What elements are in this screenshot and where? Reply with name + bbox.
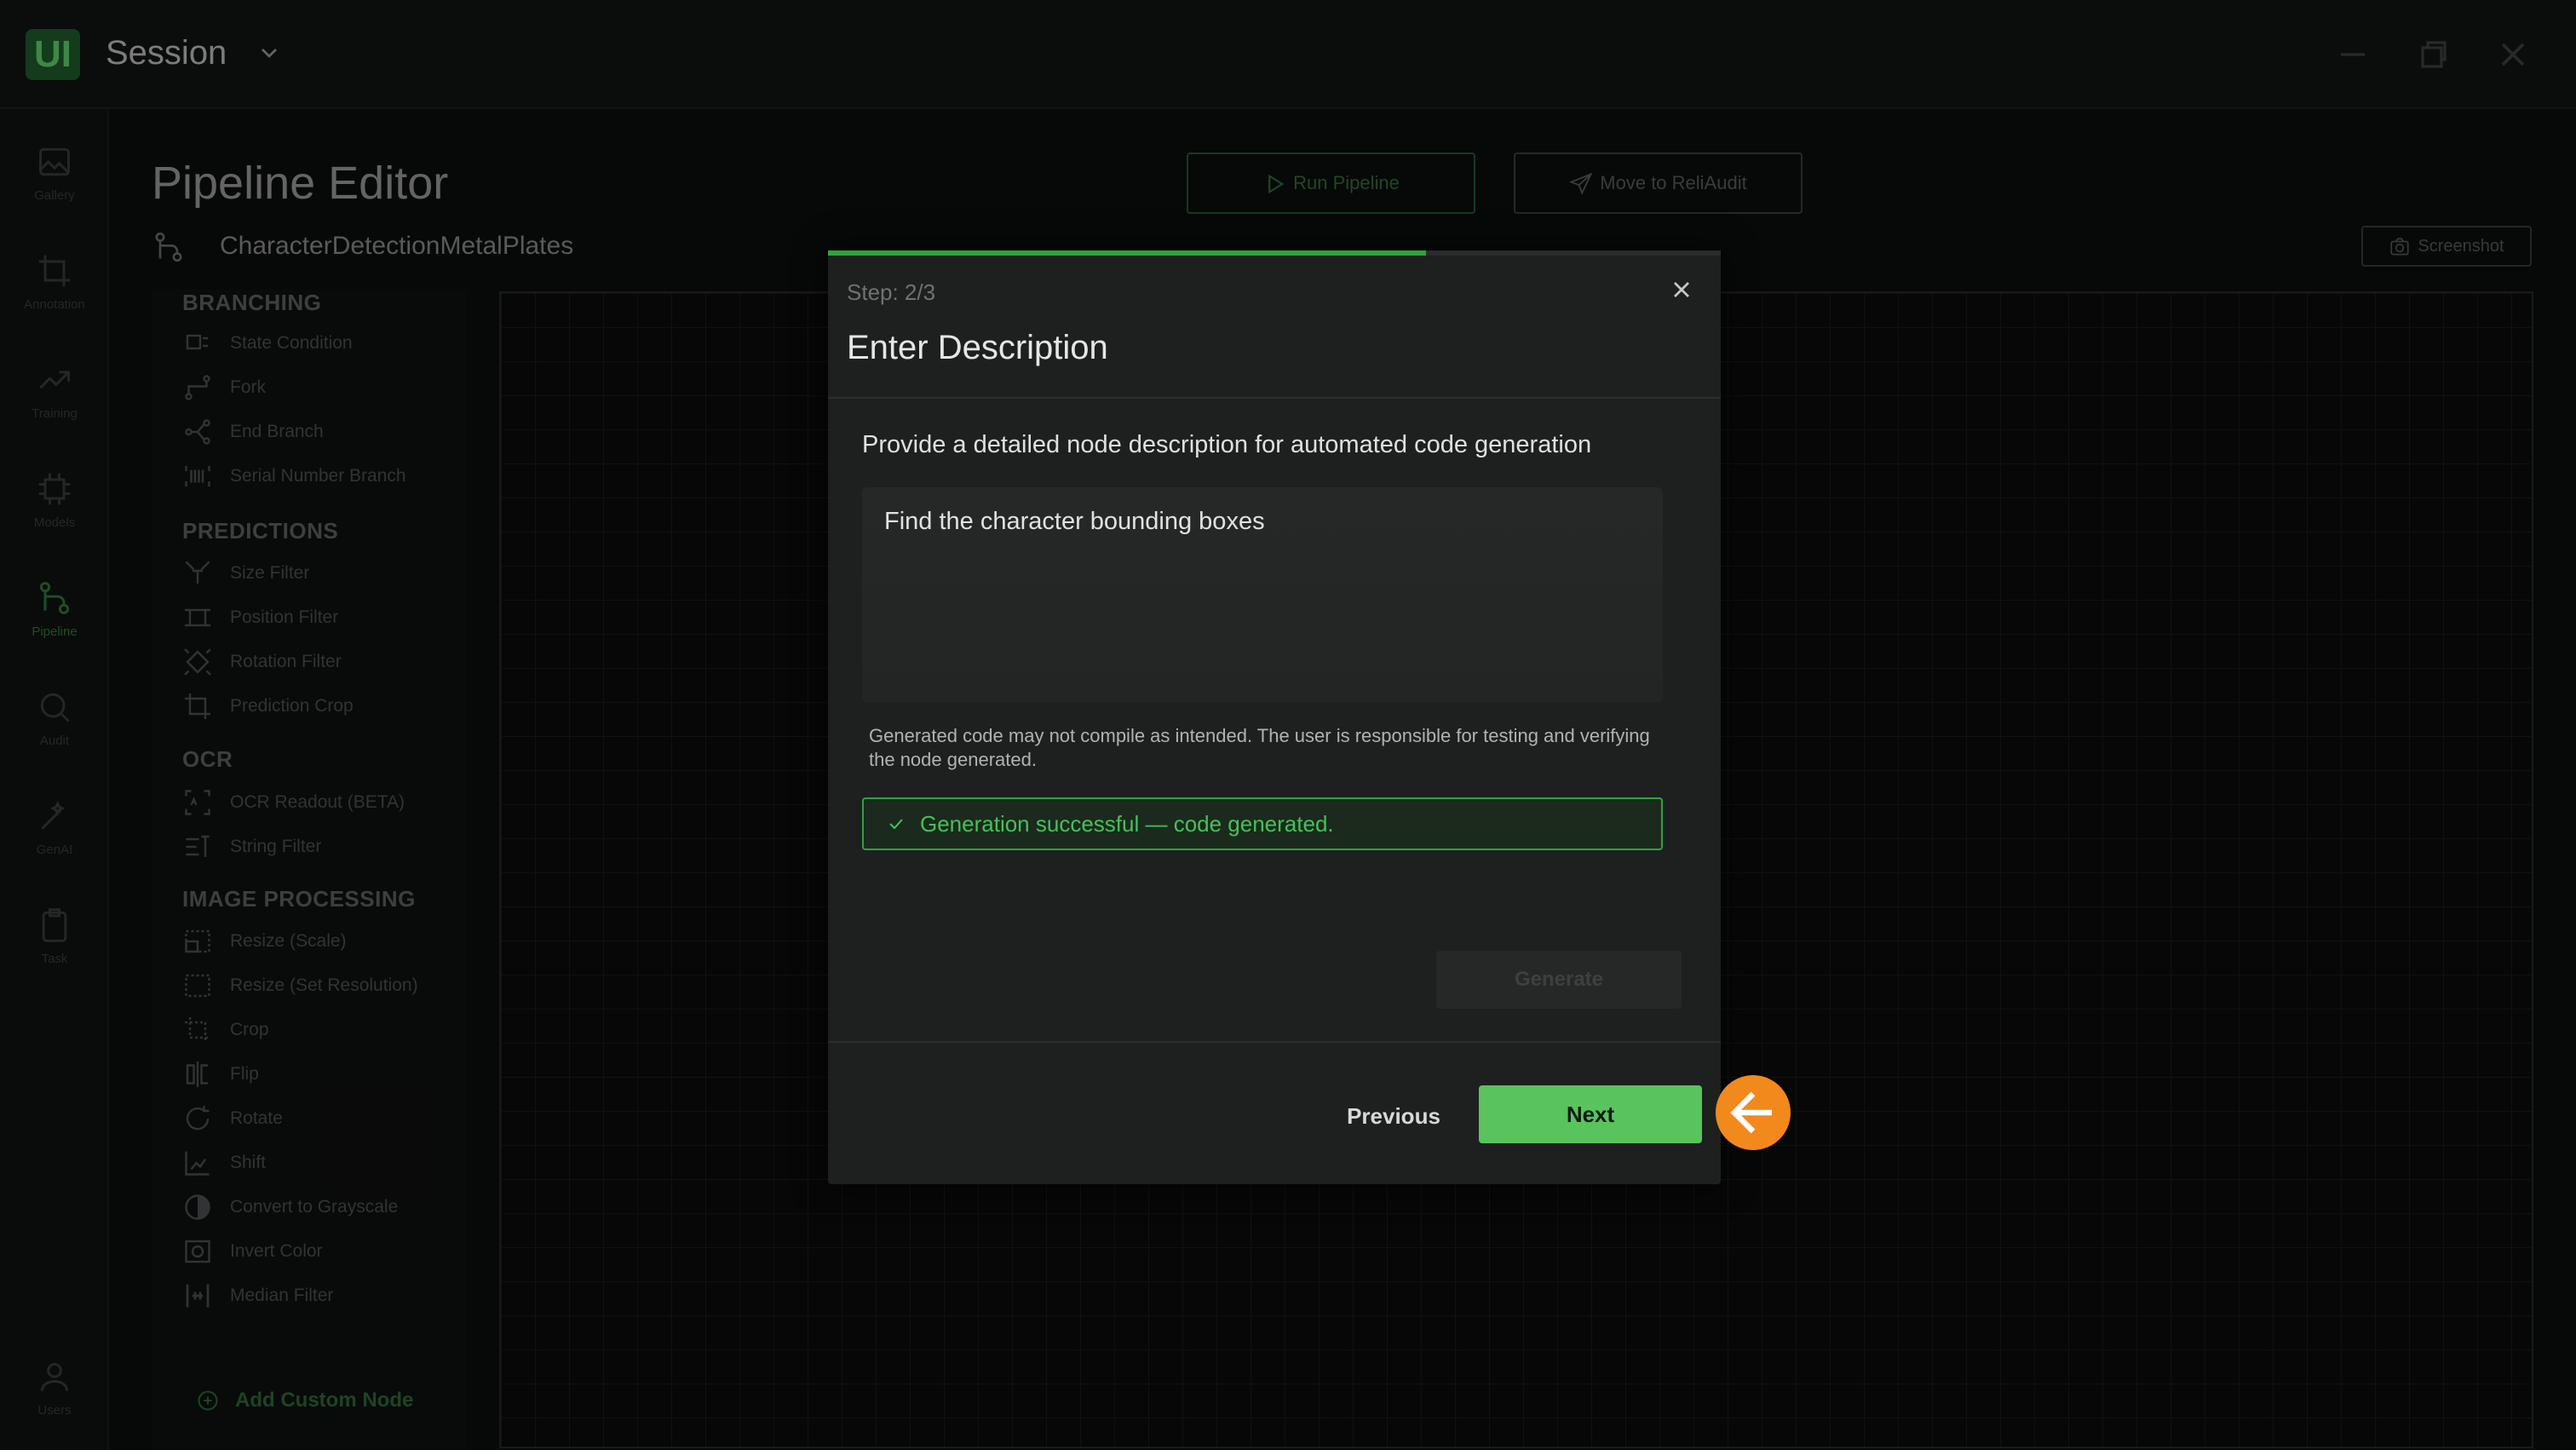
next-button[interactable]: Next (1479, 1085, 1702, 1143)
success-message: Generation successful — code generated. (920, 810, 1334, 837)
arrow-left-icon (1730, 1091, 1772, 1134)
step-progress-fill (828, 250, 1427, 256)
divider (828, 1041, 1721, 1043)
description-prompt: Provide a detailed node description for … (862, 431, 1592, 458)
click-indicator (1716, 1075, 1791, 1150)
generate-button[interactable]: Generate (1436, 951, 1682, 1009)
close-icon[interactable] (1668, 276, 1695, 303)
success-banner: Generation successful — code generated. (862, 797, 1663, 850)
step-progress (828, 250, 1721, 256)
description-textarea[interactable]: Find the character bounding boxes (862, 487, 1663, 702)
dialog-title: Enter Description (847, 329, 1108, 366)
check-icon (889, 819, 903, 830)
description-dialog: Step: 2/3 Enter Description Provide a de… (828, 250, 1721, 1184)
divider (828, 397, 1721, 399)
step-indicator: Step: 2/3 (847, 279, 936, 305)
disclaimer-text: Generated code may not compile as intend… (869, 725, 1650, 770)
previous-button[interactable]: Previous (1291, 1087, 1496, 1145)
